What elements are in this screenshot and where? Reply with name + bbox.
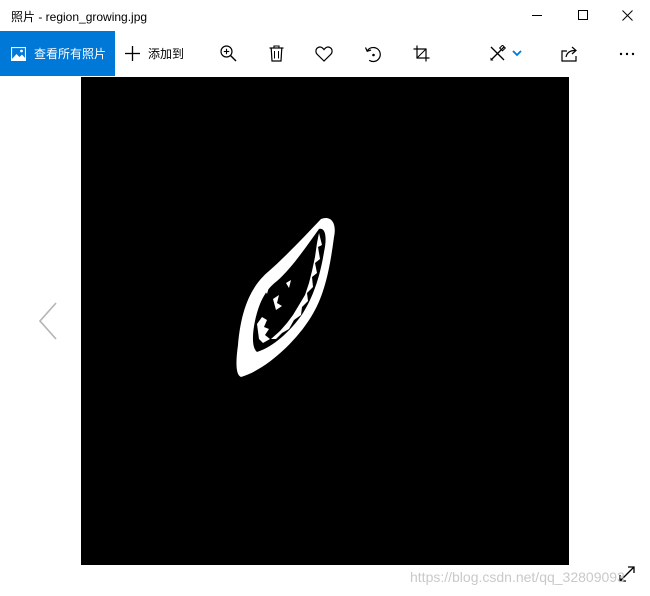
title-bar: 照片 - region_growing.jpg	[0, 0, 650, 31]
previous-photo-button[interactable]	[30, 296, 66, 346]
photo-gallery-icon	[11, 46, 26, 61]
favorite-button[interactable]	[308, 31, 340, 76]
favorite-icon	[315, 45, 333, 62]
maximize-icon	[577, 10, 588, 20]
minimize-button[interactable]	[514, 0, 560, 31]
share-icon	[561, 46, 577, 62]
chevron-down-icon	[511, 50, 522, 57]
close-icon	[621, 10, 633, 21]
chevron-left-icon	[38, 302, 57, 340]
edit-create-button[interactable]	[482, 31, 528, 76]
more-options-button[interactable]	[611, 31, 643, 76]
minimize-icon	[531, 15, 542, 16]
rotate-icon	[364, 46, 381, 62]
view-all-photos-button[interactable]: 查看所有照片	[0, 31, 115, 76]
toolbar: 查看所有照片 添加到	[0, 31, 650, 76]
region-growing-image	[81, 77, 569, 565]
plus-icon	[125, 46, 140, 61]
view-all-photos-label: 查看所有照片	[34, 47, 107, 61]
zoom-in-icon	[219, 45, 236, 62]
zoom-button[interactable]	[212, 31, 244, 76]
edit-create-icon	[490, 45, 506, 61]
close-button[interactable]	[604, 0, 650, 31]
photos-app-window: 照片 - region_growing.jpg 查看所有照片 添加到 https…	[0, 0, 650, 596]
window-title: 照片 - region_growing.jpg	[11, 10, 148, 24]
delete-button[interactable]	[260, 31, 292, 76]
add-to-label: 添加到	[148, 47, 185, 61]
maximize-button[interactable]	[560, 0, 606, 31]
watermark-text: https://blog.csdn.net/qq_32809093	[410, 569, 625, 585]
rotate-button[interactable]	[357, 31, 389, 76]
crop-button[interactable]	[405, 31, 437, 76]
more-icon	[619, 52, 635, 55]
delete-icon	[269, 45, 283, 62]
add-to-button[interactable]: 添加到	[124, 31, 184, 76]
photo-display	[81, 77, 569, 565]
crop-icon	[413, 45, 429, 62]
share-button[interactable]	[554, 31, 586, 76]
